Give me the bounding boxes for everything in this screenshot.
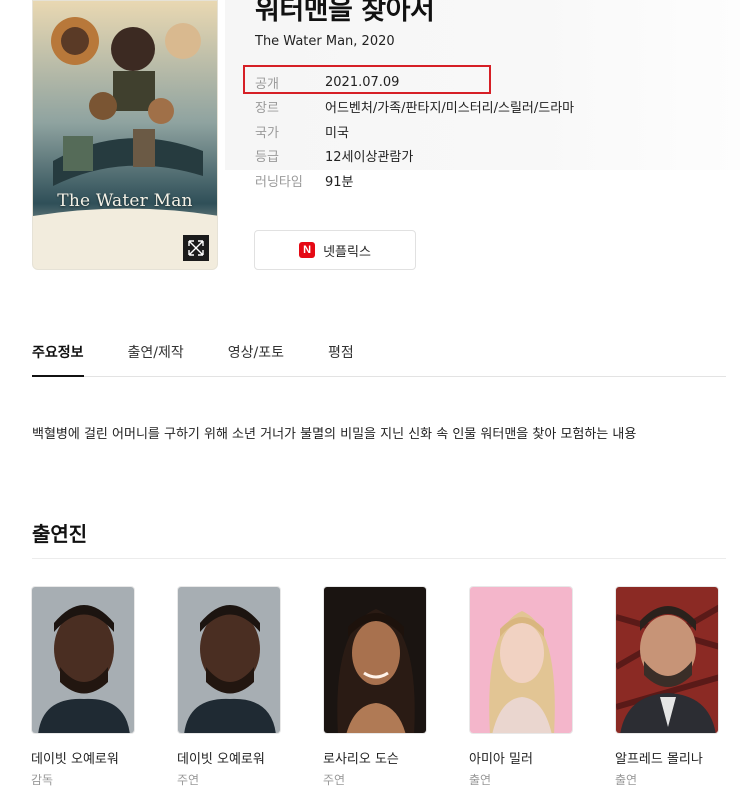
netflix-label: 넷플릭스 — [323, 244, 371, 260]
info-row-genre: 장르 어드벤처/가족/판타지/미스터리/스릴러/드라마 — [255, 95, 574, 120]
cast-photo[interactable] — [615, 586, 719, 734]
cast-photo[interactable] — [31, 586, 135, 734]
info-row-runtime: 러닝타임 91분 — [255, 168, 574, 193]
info-value: 12세이상관람가 — [325, 150, 414, 166]
cast-card[interactable]: 로사리오 도슨 주연 — [323, 586, 427, 788]
cast-role: 출연 — [469, 773, 492, 787]
section-divider — [32, 558, 726, 559]
tab-video-photo[interactable]: 영상/포토 — [228, 336, 284, 376]
info-key: 장르 — [255, 101, 279, 117]
cast-role: 출연 — [615, 773, 638, 787]
cast-heading: 출연진 — [32, 522, 88, 546]
cast-role: 주연 — [177, 773, 200, 787]
cast-card[interactable]: 알프레드 몰리나 출연 — [615, 586, 719, 788]
person-photo — [470, 587, 572, 733]
cast-name[interactable]: 데이빗 오예로워 — [177, 748, 281, 767]
cast-role: 주연 — [323, 773, 346, 787]
expand-icon — [188, 240, 204, 256]
info-key: 국가 — [255, 125, 279, 141]
info-value: 91분 — [325, 174, 354, 190]
cast-card[interactable]: 아미아 밀러 출연 — [469, 586, 573, 788]
person-photo — [178, 587, 280, 733]
cast-name[interactable]: 로사리오 도슨 — [323, 748, 427, 767]
tab-cast-crew[interactable]: 출연/제작 — [128, 336, 184, 376]
netflix-icon: N — [299, 242, 316, 258]
info-key: 등급 — [255, 150, 279, 166]
info-value: 미국 — [325, 125, 349, 141]
info-row-rating: 등급 12세이상관람가 — [255, 144, 574, 169]
cast-photo[interactable] — [469, 586, 573, 734]
cast-photo[interactable] — [177, 586, 281, 734]
cast-card[interactable]: 데이빗 오예로워 주연 — [177, 586, 281, 788]
tab-main-info[interactable]: 주요정보 — [32, 336, 84, 377]
synopsis-text: 백혈병에 걸린 어머니를 구하기 위해 소년 거너가 불멸의 비밀을 지닌 신화… — [32, 427, 637, 442]
expand-button[interactable] — [183, 235, 209, 261]
info-key: 러닝타임 — [255, 174, 303, 190]
info-row-country: 국가 미국 — [255, 119, 574, 144]
cast-name[interactable]: 아미아 밀러 — [469, 748, 573, 767]
poster-title: The Water Man — [57, 191, 193, 211]
info-value: 어드벤처/가족/판타지/미스터리/스릴러/드라마 — [325, 101, 575, 117]
netflix-button[interactable]: N 넷플릭스 — [254, 230, 416, 270]
release-date-highlight — [243, 65, 491, 94]
person-photo — [324, 587, 426, 733]
tab-ratings[interactable]: 평점 — [328, 336, 354, 376]
detail-tabs: 주요정보 출연/제작 영상/포토 평점 — [32, 336, 726, 377]
cast-card[interactable]: 데이빗 오예로워 감독 — [31, 586, 135, 788]
person-photo — [32, 587, 134, 733]
cast-photo[interactable] — [323, 586, 427, 734]
cast-name[interactable]: 알프레드 몰리나 — [615, 748, 719, 767]
movie-poster[interactable]: The Water Man — [32, 0, 218, 270]
movie-title: 워터맨을 찾아서 — [255, 0, 435, 26]
poster-artwork — [33, 1, 217, 269]
person-photo — [616, 587, 718, 733]
cast-name[interactable]: 데이빗 오예로워 — [31, 748, 135, 767]
movie-subtitle: The Water Man, 2020 — [255, 34, 395, 49]
cast-role: 감독 — [31, 773, 54, 787]
